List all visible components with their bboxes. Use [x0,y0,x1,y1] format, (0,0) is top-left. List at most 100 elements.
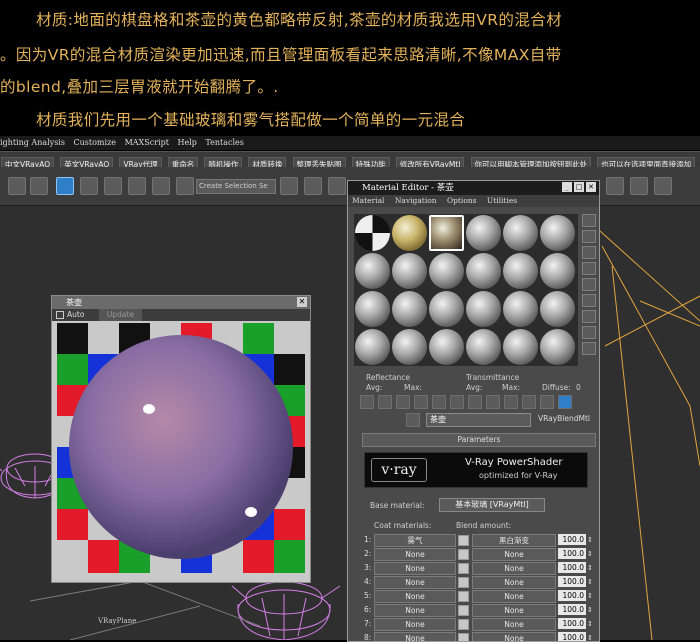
auto-checkbox[interactable] [56,311,64,319]
align-icon[interactable] [304,177,322,195]
coat-color-swatch[interactable] [458,577,469,588]
spinner-arrows-icon[interactable]: ⇕ [587,548,593,560]
scale-icon[interactable] [152,177,170,195]
blend-amount-spinner[interactable]: 100.0 [558,576,586,587]
blend-map-button[interactable]: None [472,632,556,641]
render-frame-icon[interactable] [630,177,648,195]
show-end-result-icon[interactable] [522,395,536,409]
coat-color-swatch[interactable] [458,535,469,546]
spinner-arrows-icon[interactable]: ⇕ [587,590,593,602]
coat-color-swatch[interactable] [458,591,469,602]
quick-render-icon[interactable] [654,177,672,195]
copy-material-icon[interactable] [432,395,446,409]
blend-amount-spinner[interactable]: 100.0 [558,548,586,559]
coat-material-button[interactable]: None [374,576,456,589]
sample-slot[interactable] [540,215,575,251]
get-material-icon[interactable] [360,395,374,409]
reset-map-icon[interactable] [414,395,428,409]
coat-material-button[interactable]: None [374,548,456,561]
show-map-icon[interactable] [504,395,518,409]
put-to-library-icon[interactable] [468,395,482,409]
spinner-arrows-icon[interactable]: ⇕ [587,576,593,588]
coat-color-swatch[interactable] [458,563,469,574]
spinner-arrows-icon[interactable]: ⇕ [587,618,593,630]
blend-amount-spinner[interactable]: 100.0 [558,618,586,629]
go-to-parent-icon[interactable] [540,395,554,409]
coat-material-button[interactable]: None [374,604,456,617]
sample-slot[interactable] [466,329,501,365]
coat-color-swatch[interactable] [458,619,469,630]
sample-slot[interactable] [355,253,390,289]
sample-slot[interactable] [392,253,427,289]
sample-slot[interactable] [392,329,427,365]
go-forward-icon[interactable] [558,395,572,409]
sample-slot[interactable] [503,253,538,289]
rotate-icon[interactable] [128,177,146,195]
sample-slot[interactable] [466,215,501,251]
sample-slot[interactable] [503,329,538,365]
selection-set-dropdown[interactable]: Create Selection Se [196,179,276,194]
material-editor-window[interactable]: Material Editor - 茶壶 _ □ ✕ Material Navi… [347,180,600,642]
material-editor-title-bar[interactable]: Material Editor - 茶壶 _ □ ✕ [348,181,599,195]
menu-lighting-analysis[interactable]: ighting Analysis [0,138,65,147]
menu-material[interactable]: Material [352,196,384,205]
link-icon[interactable] [30,177,48,195]
preview-window[interactable]: 茶壶 ✕ Auto Update [51,295,311,583]
move-icon[interactable] [104,177,122,195]
render-setup-icon[interactable] [606,177,624,195]
material-navigator-icon[interactable] [582,342,596,355]
make-preview-icon[interactable] [582,294,596,307]
select-by-material-icon[interactable] [582,326,596,339]
blend-map-button[interactable]: None [472,604,556,617]
blend-map-button[interactable]: None [472,562,556,575]
spinner-arrows-icon[interactable]: ⇕ [587,632,593,641]
coat-material-button[interactable]: None [374,590,456,603]
blend-amount-spinner[interactable]: 100.0 [558,562,586,573]
minimize-icon[interactable]: _ [562,182,572,192]
make-unique-icon[interactable] [450,395,464,409]
close-icon[interactable]: ✕ [586,182,596,192]
spinner-arrows-icon[interactable]: ⇕ [587,534,593,546]
select-object-icon[interactable] [56,177,74,195]
sample-slot[interactable] [355,329,390,365]
blend-map-button[interactable]: None [472,576,556,589]
coat-material-button[interactable]: None [374,618,456,631]
blend-amount-spinner[interactable]: 100.0 [558,590,586,601]
blend-amount-spinner[interactable]: 100.0 [558,604,586,615]
sample-slot[interactable] [429,291,464,327]
blend-map-button[interactable]: None [472,618,556,631]
material-name-field[interactable]: 茶壶 [426,413,531,427]
maximize-icon[interactable]: □ [574,182,584,192]
mirror-icon[interactable] [280,177,298,195]
coat-color-swatch[interactable] [458,605,469,616]
coat-material-button[interactable]: None [374,632,456,641]
menu-navigation[interactable]: Navigation [395,196,437,205]
sample-slot[interactable] [392,215,427,251]
coat-color-swatch[interactable] [458,633,469,641]
sample-slot[interactable] [355,215,390,251]
close-icon[interactable]: ✕ [297,297,307,307]
material-type-button[interactable]: VRayBlendMtl [534,413,594,425]
sample-slot[interactable] [466,253,501,289]
sample-slot[interactable] [429,253,464,289]
blend-amount-spinner[interactable]: 100.0 [558,534,586,545]
menu-utilities[interactable]: Utilities [487,196,517,205]
sample-slot[interactable] [540,329,575,365]
coat-color-swatch[interactable] [458,549,469,560]
uv-tiling-icon[interactable] [582,262,596,275]
blend-map-button[interactable]: None [472,590,556,603]
background-icon[interactable] [582,246,596,259]
coat-material-button[interactable]: None [374,562,456,575]
put-to-scene-icon[interactable] [378,395,392,409]
base-material-button[interactable]: 基本玻璃 [VRayMtl] [439,498,545,512]
blend-amount-spinner[interactable]: 100.0 [558,632,586,641]
undo-icon[interactable] [8,177,26,195]
menu-options[interactable]: Options [447,196,477,205]
video-color-icon[interactable] [582,278,596,291]
sample-slot[interactable] [355,291,390,327]
blend-map-button[interactable]: None [472,548,556,561]
layer-icon[interactable] [328,177,346,195]
menu-tentacles[interactable]: Tentacles [205,138,243,147]
coat-material-button[interactable]: 雾气 [374,534,456,547]
spinner-arrows-icon[interactable]: ⇕ [587,562,593,574]
